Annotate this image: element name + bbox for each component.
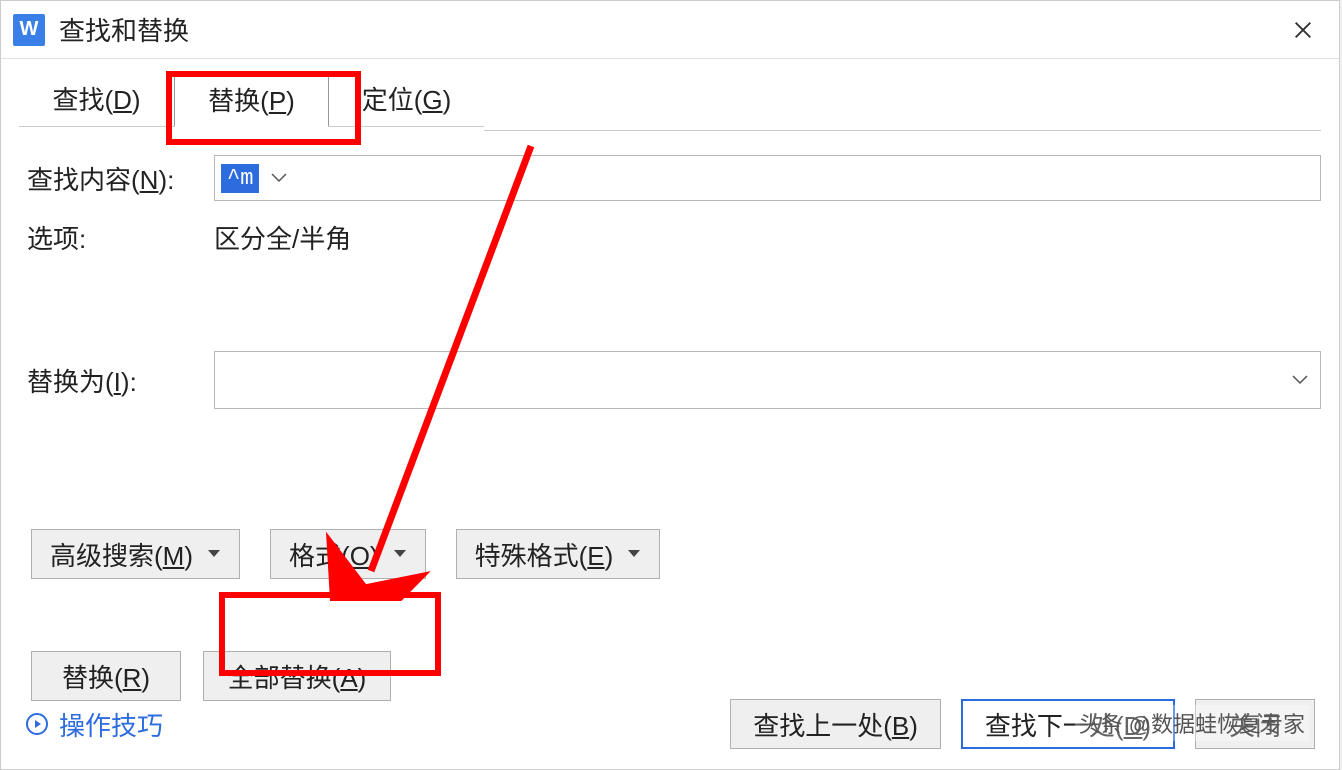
- find-prev-label: 查找上一处(B): [753, 711, 918, 741]
- dialog-title: 查找和替换: [59, 11, 189, 48]
- chevron-down-icon: [271, 173, 287, 183]
- advanced-search-label: 高级搜索(M): [50, 536, 193, 573]
- find-combo-arrow[interactable]: [259, 156, 299, 200]
- replace-with-row: 替换为(I):: [19, 351, 1321, 409]
- special-format-button[interactable]: 特殊格式(E): [456, 529, 661, 579]
- replace-with-label: 替换为(I):: [19, 362, 214, 399]
- tab-spacer: [484, 71, 1321, 131]
- action-buttons-row: 替换(R) 全部替换(A): [19, 651, 1321, 701]
- form-area: 查找内容(N): ^m 选项: 区分全/半角 替换为(I):: [19, 131, 1321, 701]
- format-label: 格式(O): [289, 536, 379, 573]
- app-icon: W: [13, 14, 45, 46]
- watermark: 头条 @数据蛙恢复专家: [1075, 705, 1309, 741]
- replace-with-input[interactable]: [215, 352, 1280, 408]
- titlebar: W 查找和替换: [1, 1, 1339, 59]
- replace-combo-arrow[interactable]: [1280, 352, 1320, 408]
- special-format-label: 特殊格式(E): [475, 536, 614, 573]
- find-prev-button[interactable]: 查找上一处(B): [730, 699, 941, 749]
- annotation-box-replace-tab: [166, 71, 361, 145]
- content-area: 查找(D) 替换(P) 定位(G) 查找内容(N): ^m: [1, 59, 1339, 701]
- find-content-row: 查找内容(N): ^m: [19, 155, 1321, 201]
- format-button[interactable]: 格式(O): [270, 529, 426, 579]
- find-replace-dialog: W 查找和替换 查找(D) 替换(P) 定位(G) 查找内容(N): ^m: [0, 0, 1340, 770]
- tips-link-label: 操作技巧: [59, 706, 163, 743]
- chevron-down-icon: [393, 549, 407, 559]
- tips-link[interactable]: 操作技巧: [25, 706, 163, 743]
- advanced-search-button[interactable]: 高级搜索(M): [31, 529, 240, 579]
- options-label: 选项:: [19, 219, 214, 256]
- play-circle-icon: [25, 712, 49, 736]
- tab-find[interactable]: 查找(D): [19, 71, 174, 127]
- replace-button[interactable]: 替换(R): [31, 651, 181, 701]
- find-content-value: ^m: [221, 164, 259, 193]
- tab-goto-label: 定位(G): [362, 80, 452, 117]
- chevron-down-icon: [627, 549, 641, 559]
- tab-find-label: 查找(D): [52, 80, 140, 117]
- replace-with-combo[interactable]: [214, 351, 1321, 409]
- chevron-down-icon: [1292, 375, 1308, 385]
- chevron-down-icon: [207, 549, 221, 559]
- options-row: 选项: 区分全/半角: [19, 215, 1321, 259]
- option-buttons-row: 高级搜索(M) 格式(O) 特殊格式(E): [19, 529, 1321, 579]
- find-content-label: 查找内容(N):: [19, 160, 214, 197]
- options-value: 区分全/半角: [214, 219, 351, 256]
- annotation-box-replace-all: [219, 592, 441, 676]
- replace-button-label: 替换(R): [62, 663, 150, 693]
- close-button[interactable]: [1279, 6, 1327, 54]
- close-icon: [1292, 19, 1314, 41]
- find-content-combo[interactable]: ^m: [214, 155, 1321, 201]
